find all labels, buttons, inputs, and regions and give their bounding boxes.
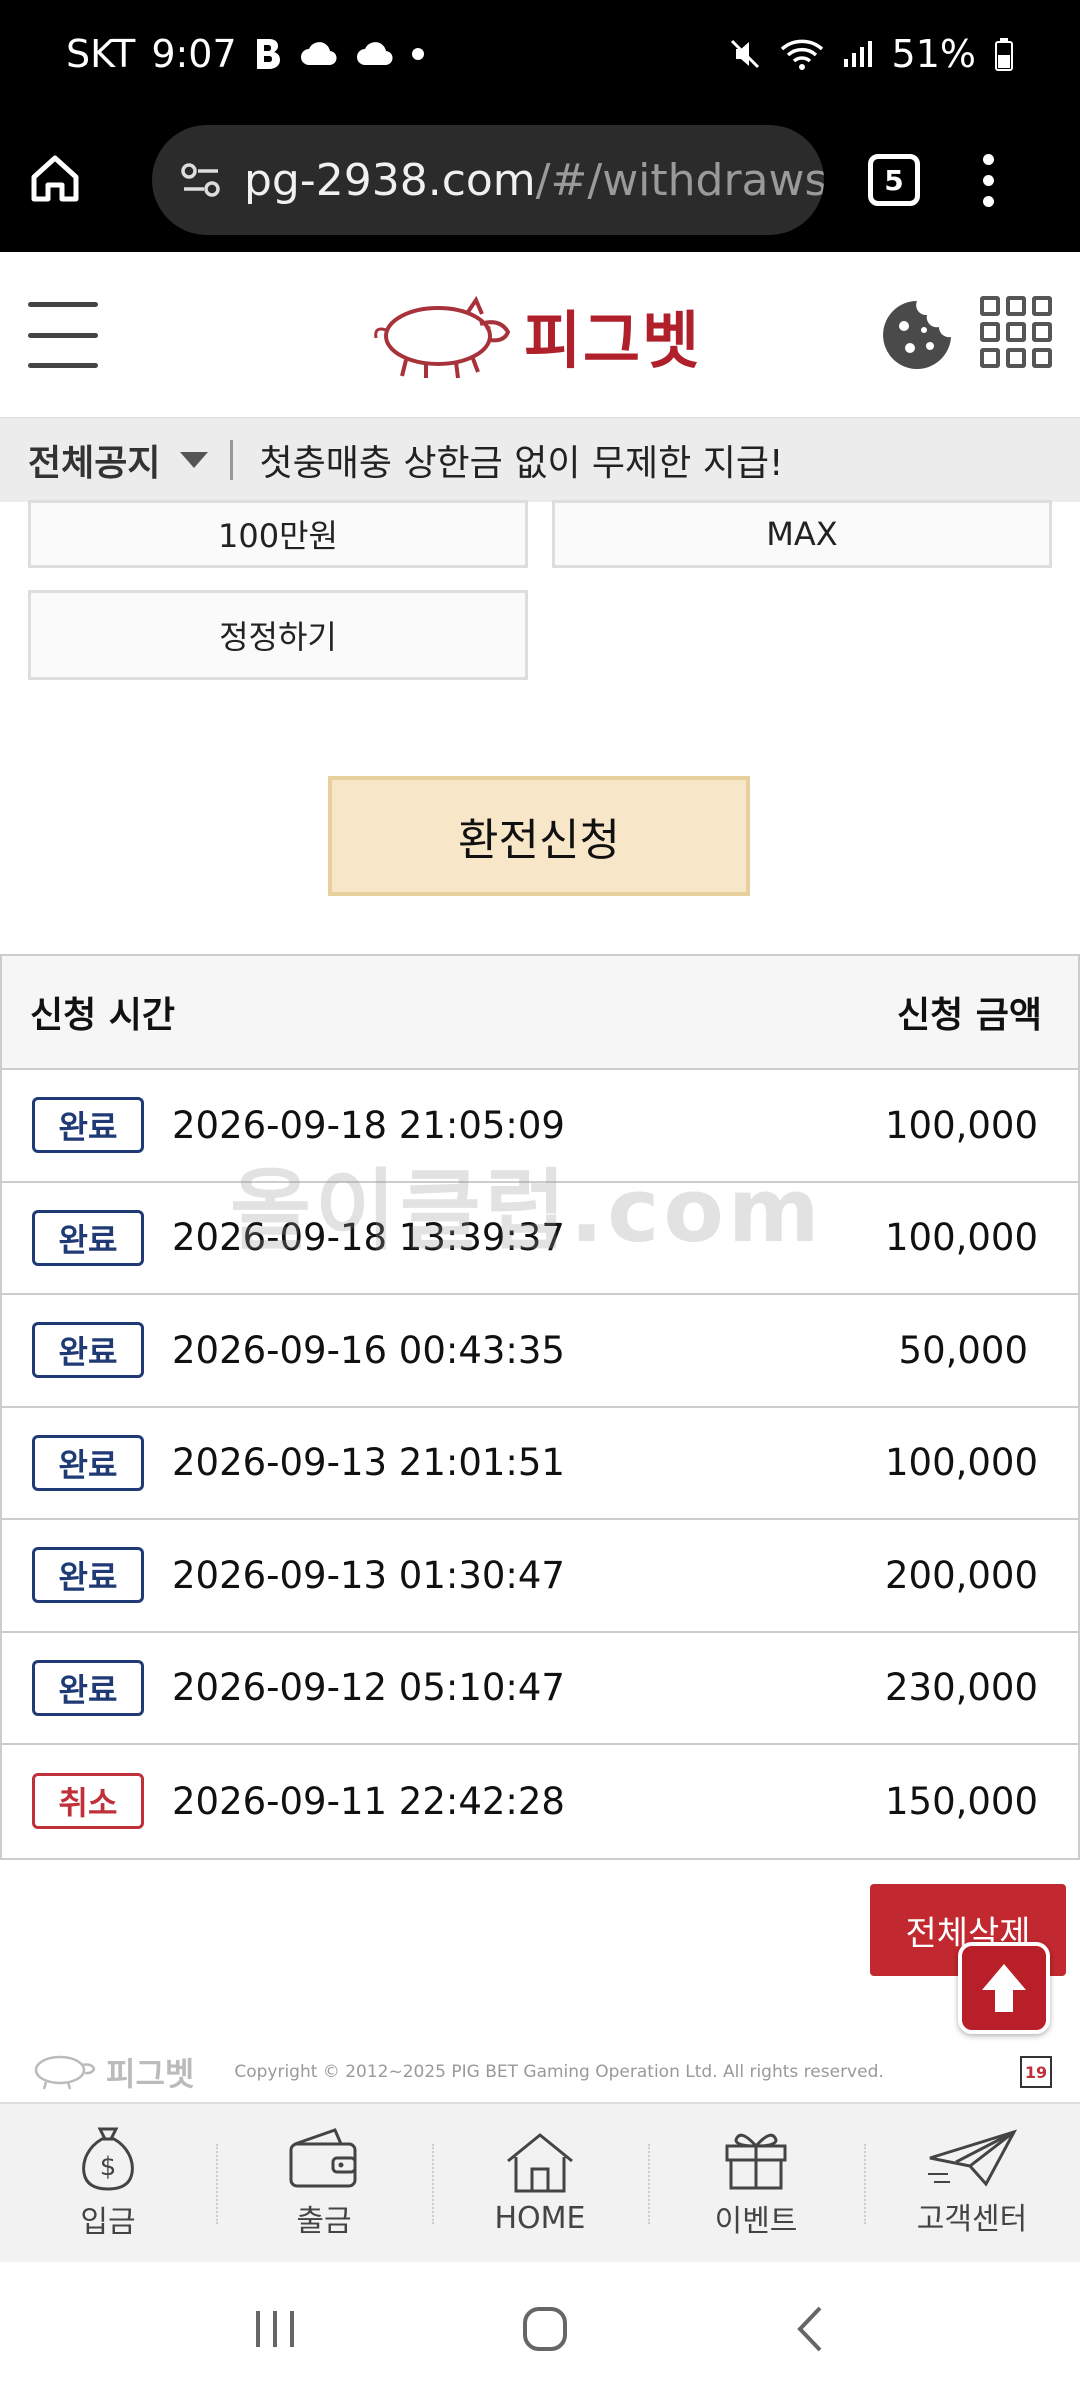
- svg-text:$: $: [100, 2152, 117, 2182]
- amount-100man-button[interactable]: 100만원: [28, 500, 528, 568]
- url-host: pg-2938.com: [244, 154, 536, 206]
- bottom-nav: $ 입금 출금 HOME 이벤트 고객센터: [0, 2102, 1080, 2262]
- home-icon: [507, 2132, 573, 2192]
- footer-logo-text: 피그벳: [106, 2055, 195, 2093]
- table-row[interactable]: 완료 2026-09-18 13:39:37 100,000: [2, 1183, 1078, 1295]
- status-badge: 완료: [32, 1322, 144, 1379]
- recent-apps-icon[interactable]: [250, 2307, 300, 2355]
- nav-withdraw[interactable]: 출금: [216, 2104, 432, 2262]
- cloud-icon: [299, 41, 339, 67]
- table-row[interactable]: 완료 2026-09-16 00:43:35 50,000: [2, 1295, 1078, 1408]
- row-amount: 100,000: [884, 1441, 1038, 1485]
- money-bag-icon: $: [82, 2127, 134, 2191]
- apps-grid-icon[interactable]: [980, 296, 1052, 368]
- nav-label: 입금: [80, 2205, 136, 2240]
- menu-icon[interactable]: [28, 302, 98, 368]
- home-icon[interactable]: [28, 151, 82, 209]
- status-badge: 완료: [32, 1097, 144, 1154]
- dot-icon: [411, 47, 425, 61]
- table-row[interactable]: 완료 2026-09-13 21:01:51 100,000: [2, 1408, 1078, 1520]
- nav-deposit[interactable]: $ 입금: [0, 2104, 216, 2262]
- status-badge: 완료: [32, 1209, 144, 1266]
- cloud-icon: [355, 41, 395, 67]
- gift-icon: [725, 2133, 787, 2190]
- site-logo[interactable]: 피그벳: [368, 290, 718, 380]
- site-settings-icon[interactable]: [180, 162, 222, 198]
- header-time: 신청 시간: [30, 995, 176, 1036]
- row-time: 2026-09-18 13:39:37: [172, 1216, 565, 1260]
- nav-label: HOME: [494, 2200, 586, 2236]
- status-badge: 완료: [32, 1434, 144, 1491]
- pig-logo-icon: [374, 295, 511, 379]
- logo-text: 피그벳: [524, 304, 702, 377]
- row-time: 2026-09-13 21:01:51: [172, 1441, 565, 1485]
- cookie-icon[interactable]: [880, 298, 954, 372]
- scroll-top-arrow-icon[interactable]: [958, 1942, 1050, 2034]
- withdraw-submit-button[interactable]: 환전신청: [328, 776, 750, 896]
- reset-amount-button[interactable]: 정정하기: [28, 590, 528, 680]
- wallet-icon: [289, 2128, 357, 2188]
- withdraw-history-table: 신청 시간 신청 금액 완료 2026-09-18 21:05:09 100,0…: [0, 954, 1080, 1860]
- row-amount: 200,000: [884, 1553, 1038, 1597]
- signal-icon: [842, 39, 874, 69]
- nav-event[interactable]: 이벤트: [648, 2104, 864, 2262]
- row-time: 2026-09-16 00:43:35: [172, 1328, 565, 1372]
- caret-down-icon[interactable]: [180, 452, 209, 468]
- tab-count-button[interactable]: 5: [868, 154, 920, 206]
- mute-icon: [728, 37, 762, 71]
- notice-message: 첫충매충 상한금 없이 무제한 지급!: [259, 443, 784, 484]
- status-badge: 완료: [32, 1659, 144, 1716]
- nav-label: 출금: [296, 2204, 352, 2239]
- battery-icon: [994, 37, 1014, 71]
- clock: 9:07: [151, 32, 237, 76]
- copyright-text: Copyright © 2012~2025 PIG BET Gaming Ope…: [234, 2062, 884, 2082]
- nav-label: 고객센터: [916, 2202, 1028, 2237]
- table-header: 신청 시간 신청 금액: [2, 956, 1078, 1070]
- table-row[interactable]: 완료 2026-09-18 21:05:09 100,000: [2, 1070, 1078, 1183]
- battery-percent: 51%: [891, 32, 976, 76]
- nav-customer-center[interactable]: 고객센터: [864, 2104, 1080, 2262]
- paper-plane-icon: [928, 2129, 1018, 2187]
- table-row[interactable]: 완료 2026-09-13 01:30:47 200,000: [2, 1520, 1078, 1633]
- row-time: 2026-09-18 21:05:09: [172, 1103, 565, 1147]
- row-amount: 230,000: [884, 1666, 1038, 1710]
- more-menu-icon[interactable]: [976, 153, 1000, 207]
- row-amount: 100,000: [884, 1103, 1038, 1147]
- row-amount: 100,000: [884, 1216, 1038, 1260]
- nav-home[interactable]: HOME: [432, 2104, 648, 2262]
- row-time: 2026-09-12 05:10:47: [172, 1666, 565, 1710]
- notice-label[interactable]: 전체공지: [28, 434, 160, 486]
- amount-max-button[interactable]: MAX: [552, 500, 1052, 568]
- site-header: 피그벳: [0, 252, 1080, 418]
- age-restriction-badge: 19: [1020, 2056, 1052, 2088]
- system-nav-bar: [0, 2262, 1080, 2400]
- home-button-icon[interactable]: [520, 2304, 570, 2358]
- address-bar[interactable]: pg-2938.com/#/withdraws: [152, 125, 824, 235]
- table-row[interactable]: 완료 2026-09-12 05:10:47 230,000: [2, 1633, 1078, 1745]
- row-time: 2026-09-13 01:30:47: [172, 1553, 565, 1597]
- b-app-icon: [253, 37, 283, 71]
- status-badge: 취소: [32, 1773, 144, 1830]
- status-badge: 완료: [32, 1547, 144, 1604]
- row-amount: 50,000: [898, 1328, 1028, 1372]
- url-path: /#/withdraws: [535, 154, 824, 206]
- carrier-label: SKT: [66, 32, 136, 76]
- footer-pig-logo-icon: [28, 2050, 98, 2094]
- header-amount: 신청 금액: [896, 995, 1042, 1036]
- divider: [230, 440, 234, 480]
- wifi-icon: [780, 37, 824, 71]
- nav-label: 이벤트: [714, 2204, 798, 2239]
- table-row[interactable]: 취소 2026-09-11 22:42:28 150,000: [2, 1745, 1078, 1858]
- row-time: 2026-09-11 22:42:28: [172, 1779, 565, 1823]
- browser-toolbar: pg-2938.com/#/withdraws 5: [0, 108, 1080, 252]
- back-icon[interactable]: [790, 2304, 830, 2358]
- row-amount: 150,000: [884, 1779, 1038, 1823]
- status-bar: SKT 9:07 51%: [0, 0, 1080, 108]
- notice-bar: 전체공지 첫충매충 상한금 없이 무제한 지급!: [0, 418, 1080, 502]
